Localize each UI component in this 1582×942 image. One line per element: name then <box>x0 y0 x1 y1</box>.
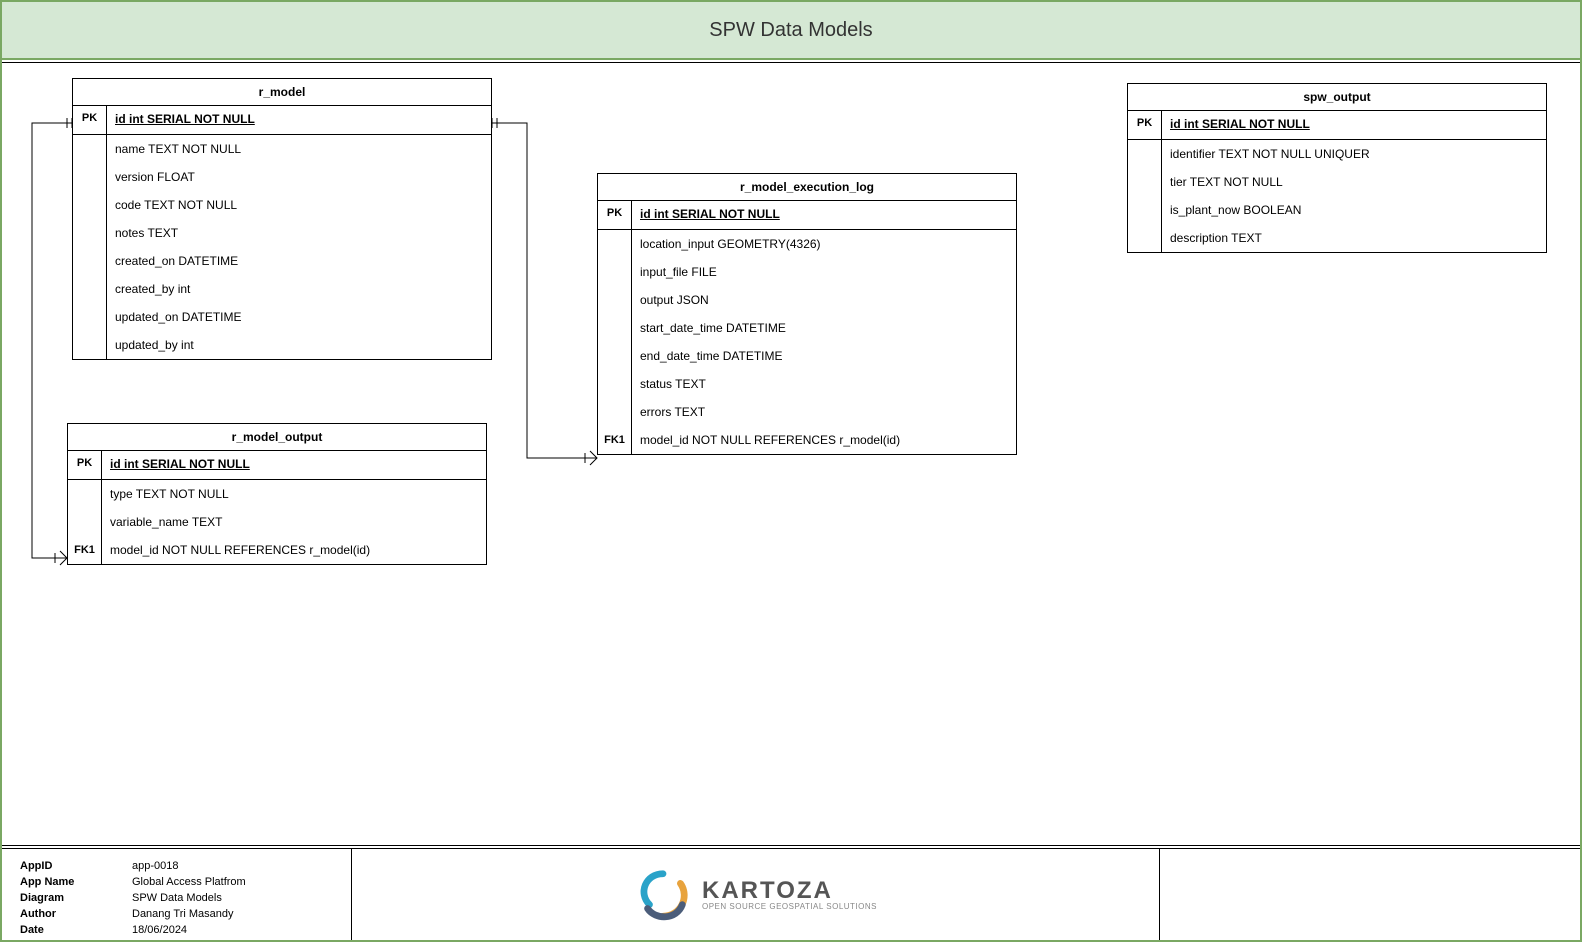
footer-logo-box: KARTOZA OPEN SOURCE GEOSPATIAL SOLUTIONS <box>352 849 1160 940</box>
field: errors TEXT <box>632 398 1016 426</box>
pk-row: PK id int SERIAL NOT NULL <box>1128 111 1546 140</box>
key-column: FK1 <box>68 480 102 564</box>
meta-label: App Name <box>16 875 126 889</box>
meta-label: AppID <box>16 859 126 873</box>
pk-label: PK <box>73 106 107 134</box>
diagram-root: SPW Data Models r_model PK id int SERIAL… <box>0 0 1582 942</box>
entity-body: name TEXT NOT NULL version FLOAT code TE… <box>73 135 491 359</box>
entity-r-model-output: r_model_output PK id int SERIAL NOT NULL… <box>67 423 487 565</box>
pk-field: id int SERIAL NOT NULL <box>1162 111 1546 139</box>
pk-row: PK id int SERIAL NOT NULL <box>73 106 491 135</box>
meta-value: 18/06/2024 <box>128 923 250 937</box>
field: notes TEXT <box>107 219 491 247</box>
entity-title: spw_output <box>1128 84 1546 111</box>
field: end_date_time DATETIME <box>632 342 1016 370</box>
field: updated_by int <box>107 331 491 359</box>
kartoza-logo: KARTOZA OPEN SOURCE GEOSPATIAL SOLUTIONS <box>634 866 877 924</box>
diagram-canvas: r_model PK id int SERIAL NOT NULL name T… <box>2 62 1580 846</box>
pk-field: id int SERIAL NOT NULL <box>102 451 486 479</box>
field: name TEXT NOT NULL <box>107 135 491 163</box>
field: status TEXT <box>632 370 1016 398</box>
meta-label: Date <box>16 923 126 937</box>
diagram-title-bar: SPW Data Models <box>2 2 1580 60</box>
pk-field: id int SERIAL NOT NULL <box>107 106 491 134</box>
field: input_file FILE <box>632 258 1016 286</box>
field: variable_name TEXT <box>102 508 486 536</box>
meta-label: Author <box>16 907 126 921</box>
entity-body: identifier TEXT NOT NULL UNIQUER tier TE… <box>1128 140 1546 252</box>
entity-title: r_model <box>73 79 491 106</box>
entity-spw-output: spw_output PK id int SERIAL NOT NULL ide… <box>1127 83 1547 253</box>
fk-label: FK1 <box>598 426 631 454</box>
key-column: FK1 <box>598 230 632 454</box>
logo-tagline: OPEN SOURCE GEOSPATIAL SOLUTIONS <box>702 903 877 911</box>
field: created_by int <box>107 275 491 303</box>
key-column <box>1128 140 1162 252</box>
pk-label: PK <box>68 451 102 479</box>
diagram-title: SPW Data Models <box>709 19 872 42</box>
pk-field: id int SERIAL NOT NULL <box>632 201 1016 229</box>
field: tier TEXT NOT NULL <box>1162 168 1546 196</box>
entity-body: FK1 type TEXT NOT NULL variable_name TEX… <box>68 480 486 564</box>
field: created_on DATETIME <box>107 247 491 275</box>
footer-meta: AppIDapp-0018 App NameGlobal Access Plat… <box>2 849 352 940</box>
entity-title: r_model_execution_log <box>598 174 1016 201</box>
field-list: location_input GEOMETRY(4326) input_file… <box>632 230 1016 454</box>
key-cell-empty <box>68 508 101 536</box>
field: description TEXT <box>1162 224 1546 252</box>
field-list: type TEXT NOT NULL variable_name TEXT mo… <box>102 480 486 564</box>
entity-body: FK1 location_input GEOMETRY(4326) input_… <box>598 230 1016 454</box>
footer-right-box <box>1160 849 1580 940</box>
meta-value: app-0018 <box>128 859 250 873</box>
kartoza-logo-icon <box>634 866 692 924</box>
meta-value: Danang Tri Masandy <box>128 907 250 921</box>
field: location_input GEOMETRY(4326) <box>632 230 1016 258</box>
logo-brand: KARTOZA <box>702 879 877 903</box>
field: identifier TEXT NOT NULL UNIQUER <box>1162 140 1546 168</box>
meta-value: Global Access Platfrom <box>128 875 250 889</box>
field: version FLOAT <box>107 163 491 191</box>
meta-value: SPW Data Models <box>128 891 250 905</box>
pk-label: PK <box>1128 111 1162 139</box>
fk-field: model_id NOT NULL REFERENCES r_model(id) <box>632 426 1016 454</box>
entity-r-model: r_model PK id int SERIAL NOT NULL name T… <box>72 78 492 360</box>
entity-title: r_model_output <box>68 424 486 451</box>
field-list: name TEXT NOT NULL version FLOAT code TE… <box>107 135 491 359</box>
field: code TEXT NOT NULL <box>107 191 491 219</box>
field: updated_on DATETIME <box>107 303 491 331</box>
entity-r-model-execution-log: r_model_execution_log PK id int SERIAL N… <box>597 173 1017 455</box>
meta-label: Diagram <box>16 891 126 905</box>
pk-row: PK id int SERIAL NOT NULL <box>68 451 486 480</box>
field: start_date_time DATETIME <box>632 314 1016 342</box>
key-column <box>73 135 107 359</box>
footer: AppIDapp-0018 App NameGlobal Access Plat… <box>2 848 1580 940</box>
key-cell-empty <box>68 480 101 508</box>
field: is_plant_now BOOLEAN <box>1162 196 1546 224</box>
field: output JSON <box>632 286 1016 314</box>
fk-field: model_id NOT NULL REFERENCES r_model(id) <box>102 536 486 564</box>
pk-row: PK id int SERIAL NOT NULL <box>598 201 1016 230</box>
pk-label: PK <box>598 201 632 229</box>
field-list: identifier TEXT NOT NULL UNIQUER tier TE… <box>1162 140 1546 252</box>
field: type TEXT NOT NULL <box>102 480 486 508</box>
fk-label: FK1 <box>68 536 101 564</box>
